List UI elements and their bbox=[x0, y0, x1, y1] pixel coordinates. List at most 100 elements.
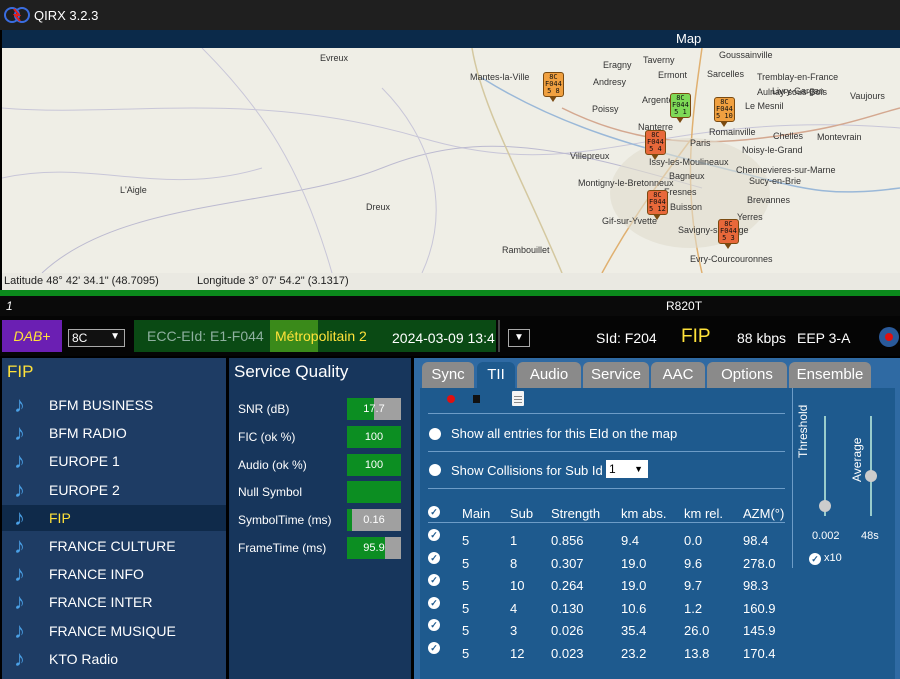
table-cell: 10.6 bbox=[621, 600, 647, 616]
map-town-label: Chelles bbox=[773, 131, 804, 141]
tab-audio[interactable]: Audio bbox=[517, 362, 581, 388]
tuner-name: R820T bbox=[666, 299, 703, 313]
ensemble-name: Métropolitain 2 bbox=[275, 328, 367, 344]
quality-value: 0.16 bbox=[363, 514, 385, 527]
device-index: 1 bbox=[6, 299, 13, 313]
sub-id-select[interactable]: 1 ▼ bbox=[606, 460, 648, 478]
sub-id-value: 1 bbox=[609, 462, 616, 476]
row-checkbox[interactable]: ✓ bbox=[428, 596, 440, 609]
map-view[interactable]: Evreux Mantes-la-Ville Andresy Eragny Tavern… bbox=[2, 48, 900, 273]
window-title: QIRX 3.2.3 bbox=[34, 8, 99, 23]
table-cell: 8 bbox=[510, 555, 518, 571]
service-list-item[interactable]: ♪ EUROPE 2 bbox=[2, 477, 226, 503]
record-tii-icon[interactable] bbox=[447, 395, 455, 403]
table-cell: 160.9 bbox=[743, 600, 776, 616]
tab-tii[interactable]: TII bbox=[477, 362, 515, 388]
map-town-label: Taverny bbox=[643, 55, 675, 65]
select-all-checkbox[interactable]: ✓ bbox=[428, 506, 440, 518]
service-label: EUROPE 1 bbox=[49, 453, 120, 470]
quality-label: SNR (dB) bbox=[238, 402, 290, 416]
table-cell: 98.3 bbox=[743, 578, 769, 593]
map-title: Map bbox=[676, 31, 702, 46]
x10-checkbox[interactable]: ✓ bbox=[809, 553, 821, 565]
tab-aac[interactable]: AAC bbox=[651, 362, 705, 388]
show-collisions-radio[interactable] bbox=[429, 464, 441, 476]
threshold-value: 0.002 bbox=[812, 530, 840, 542]
pin-label: 5 10 bbox=[716, 112, 733, 120]
threshold-slider-track[interactable] bbox=[819, 416, 831, 516]
table-cell: 23.2 bbox=[621, 645, 647, 661]
service-list-item[interactable]: ♪ FRANCE MUSIQUE bbox=[2, 618, 226, 644]
channel-select[interactable]: 8C ▼ bbox=[68, 329, 125, 347]
map-town-label: Montevrain bbox=[817, 132, 862, 142]
average-label: Average bbox=[850, 437, 864, 482]
tab-options[interactable]: Options bbox=[707, 362, 787, 388]
row-checkbox[interactable]: ✓ bbox=[428, 619, 440, 631]
table-cell: 5 bbox=[462, 533, 470, 548]
service-list-item[interactable]: ♪ BFM RADIO bbox=[2, 420, 226, 446]
music-note-icon: ♪ bbox=[14, 448, 25, 474]
row-checkbox[interactable]: ✓ bbox=[428, 574, 440, 586]
show-all-radio[interactable] bbox=[429, 428, 441, 440]
map-town-label: Rambouillet bbox=[502, 245, 550, 255]
channel-value: 8C bbox=[72, 331, 88, 345]
service-list-item[interactable]: ♪ FRANCE INTER bbox=[2, 589, 226, 615]
table-cell: 0.026 bbox=[551, 623, 584, 638]
transmitter-pin[interactable]: 8C F044 5 10 bbox=[714, 97, 735, 127]
transmitter-pin[interactable]: 8C F044 5 12 bbox=[647, 190, 668, 220]
quality-label: SymbolTime (ms) bbox=[238, 513, 332, 528]
pin-label: 5 12 bbox=[649, 205, 666, 213]
service-list-item[interactable]: ♪ FRANCE CULTURE bbox=[2, 533, 226, 559]
row-checkbox[interactable]: ✓ bbox=[428, 529, 440, 541]
music-note-icon: ♪ bbox=[14, 533, 25, 558]
record-button[interactable] bbox=[879, 327, 899, 347]
service-list-item[interactable]: ♪ FIP bbox=[2, 504, 226, 531]
transmitter-pin[interactable]: 8C F044 5 1 bbox=[670, 93, 691, 123]
average-slider-thumb[interactable] bbox=[865, 470, 877, 482]
threshold-label: Threshold bbox=[796, 404, 810, 458]
table-cell: 26.0 bbox=[684, 623, 710, 638]
quality-bar bbox=[347, 481, 401, 504]
service-dropdown[interactable]: ▼ bbox=[508, 329, 530, 347]
record-icon bbox=[885, 333, 893, 341]
music-note-icon: ♪ bbox=[14, 476, 25, 502]
table-cell: 19.0 bbox=[621, 578, 647, 593]
transmitter-pin[interactable]: 8C F044 5 8 bbox=[543, 72, 564, 102]
map-town-label: Villepreux bbox=[570, 151, 610, 161]
row-checkbox[interactable]: ✓ bbox=[428, 641, 440, 654]
service-list-item[interactable]: ♪ EUROPE 1 bbox=[2, 448, 226, 474]
eep-level: EEP 3-A bbox=[797, 330, 851, 346]
music-note-icon: ♪ bbox=[14, 420, 25, 446]
tab-ensemble[interactable]: Ensemble bbox=[789, 362, 871, 388]
control-bar: DAB+ 8C ▼ ECC-EId: E1-F044 Métropolitain… bbox=[0, 316, 900, 356]
average-slider-track[interactable] bbox=[865, 416, 877, 516]
map-town-label: Montigny-le-Bretonneux bbox=[578, 178, 674, 188]
dab-mode-button[interactable]: DAB+ bbox=[2, 320, 62, 352]
service-label: FRANCE CULTURE bbox=[49, 538, 176, 554]
quality-bar: 100 bbox=[347, 425, 401, 448]
transmitter-pin[interactable]: 8C F044 5 4 bbox=[645, 130, 666, 160]
map-town-label: L'Aigle bbox=[120, 185, 147, 195]
table-cell: 5 bbox=[462, 555, 470, 571]
service-list-item[interactable]: ♪ KTO Radio bbox=[2, 646, 226, 672]
table-cell: 10 bbox=[510, 578, 525, 593]
map-town-label: Vaujours bbox=[850, 91, 885, 101]
music-note-icon: ♪ bbox=[14, 645, 25, 671]
threshold-slider-thumb[interactable] bbox=[819, 500, 831, 512]
transmitter-pin[interactable]: 8C F044 5 3 bbox=[718, 219, 739, 249]
table-cell: 0.307 bbox=[551, 555, 584, 571]
stop-icon[interactable] bbox=[473, 395, 480, 403]
service-list-item[interactable]: ♪ BFM BUSINESS bbox=[2, 392, 226, 418]
show-all-label: Show all entries for this EId on the map bbox=[451, 426, 678, 441]
table-cell: 170.4 bbox=[743, 645, 776, 661]
service-list-item[interactable]: ♪ FRANCE INFO bbox=[2, 561, 226, 587]
table-header-4: km rel. bbox=[684, 506, 723, 521]
table-header-0: Main bbox=[462, 506, 491, 521]
document-icon[interactable] bbox=[512, 391, 524, 406]
service-label: BFM RADIO bbox=[49, 425, 127, 442]
tab-service[interactable]: Service bbox=[583, 362, 649, 388]
separator bbox=[428, 451, 785, 452]
map-header: Map bbox=[2, 30, 900, 48]
row-checkbox[interactable]: ✓ bbox=[428, 551, 440, 564]
tab-sync[interactable]: Sync bbox=[422, 362, 474, 388]
